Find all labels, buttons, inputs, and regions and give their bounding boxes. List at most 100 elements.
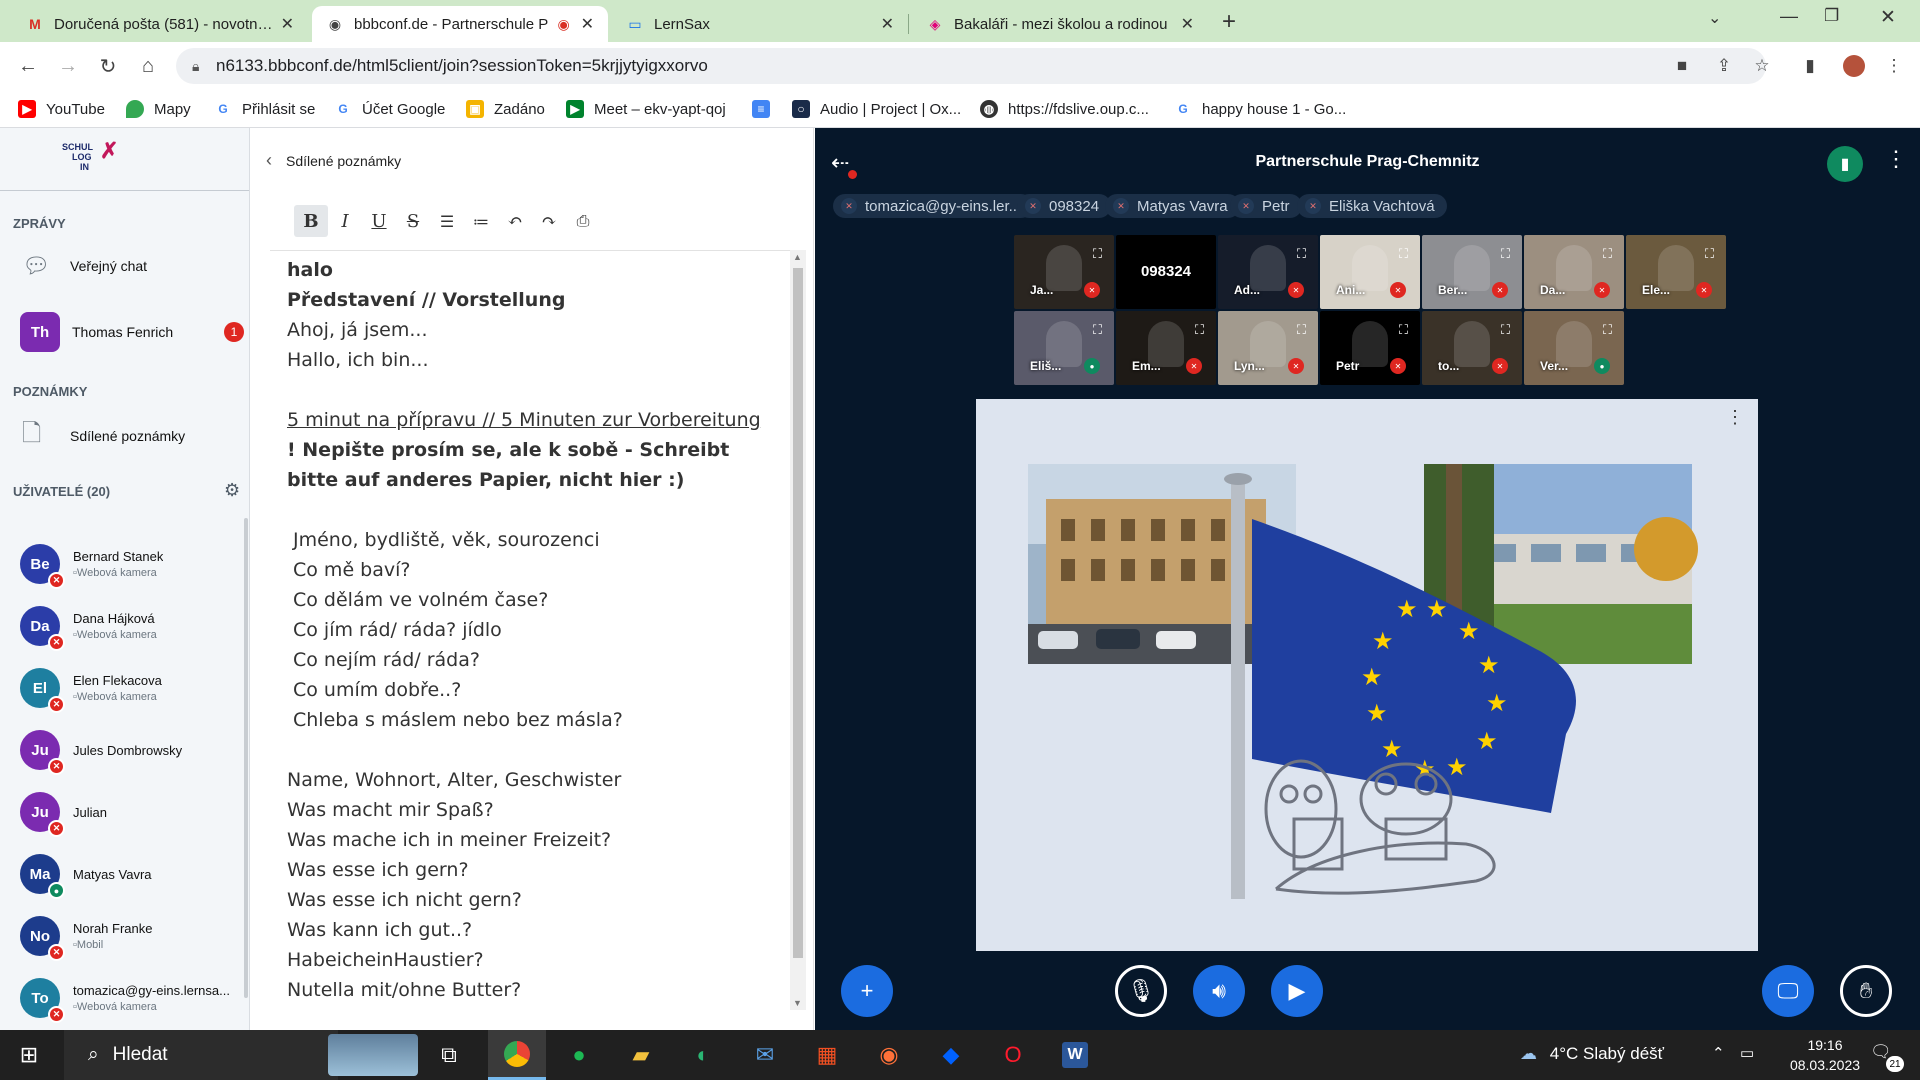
fullscreen-icon[interactable]: ⛶ [1399,246,1408,262]
file-explorer-icon[interactable]: ▰ [612,1030,670,1080]
sidebar-scrollbar[interactable] [244,518,248,998]
edge-icon[interactable]: ◐ [674,1030,732,1080]
private-chat-item[interactable]: Th Thomas Fenrich 1 [0,310,249,354]
back-icon[interactable]: ← [12,50,44,82]
connection-status-icon[interactable]: ▮ [1827,146,1863,182]
address-bar[interactable]: 🔒︎ n6133.bbbconf.de/html5client/join?ses… [176,48,1766,84]
bold-icon[interactable]: B [294,205,328,237]
close-icon[interactable]: ✕ [581,14,594,34]
video-icon[interactable]: ▶ [1271,965,1323,1017]
talking-indicator[interactable]: ✕ 098324 [1017,194,1112,218]
taskbar-search[interactable]: ⌕ Hledat [64,1030,338,1080]
notes-editor[interactable]: halo Představení // Vorstellung Ahoj, já j… [270,250,790,1010]
webcam-tile[interactable]: ⛶ Lyn... ✕ [1218,311,1318,385]
bullet-list-icon[interactable]: ≔ [464,205,498,237]
presentation-options-icon[interactable]: ⋮ [1726,407,1744,428]
scrollbar-thumb[interactable] [793,268,803,958]
forward-icon[interactable]: → [52,50,84,82]
notes-content[interactable]: halo Představení // Vorstellung Ahoj, já j… [287,255,787,1005]
opera-icon[interactable]: O [984,1030,1042,1080]
fullscreen-icon[interactable]: ⛶ [1093,322,1102,338]
webcam-tile[interactable]: ⛶ Ele... ✕ [1626,235,1726,309]
talking-indicator[interactable]: ✕ Eliška Vachtová [1297,194,1447,218]
screen-share-icon[interactable]: 🖵︎ [1762,965,1814,1017]
undo-icon[interactable]: ↶ [498,205,532,237]
webcam-tile[interactable]: ⛶ Ani... ✕ [1320,235,1420,309]
user-list-item[interactable]: Ju ✕ Jules Dombrowsky [20,728,242,775]
bookmark-oxford[interactable]: ○ Audio | Project | Ox... [792,98,961,120]
word-icon[interactable]: W [1046,1030,1104,1080]
options-menu-icon[interactable]: ⋮ [1885,146,1907,172]
webcam-tile[interactable]: ⛶ Em... ✕ [1116,311,1216,385]
fullscreen-icon[interactable]: ⛶ [1603,246,1612,262]
weather-widget[interactable]: ☁ 4°C Slabý déšť [1520,1044,1664,1064]
tray-chevron-icon[interactable]: ⌃ [1712,1044,1725,1062]
task-view-icon[interactable]: ⧉ [420,1030,478,1080]
bookmark-youtube[interactable]: ▶ YouTube [18,98,105,120]
tab-gmail[interactable]: M Doručená pošta (581) - novotna.j ✕ [12,6,308,42]
webcam-tile[interactable]: ⛶ Ver... ● [1524,311,1624,385]
bookmark-meet[interactable]: ▶ Meet – ekv-yapt-qoj [566,98,726,120]
user-list-item[interactable]: Be ✕ Bernard Stanek ▫Webová kamera [20,542,242,589]
chrome-icon[interactable] [488,1030,546,1080]
fullscreen-icon[interactable]: ⛶ [1399,322,1408,338]
webcam-tile[interactable]: 098324 [1116,235,1216,309]
profile-avatar[interactable] [1840,52,1868,80]
side-panel-icon[interactable]: ▮ [1796,52,1824,80]
tab-bbbconf[interactable]: ◉ bbbconf.de - Partnerschule P ◉ ✕ [312,6,608,42]
bookmark-login[interactable]: G Přihlásit se [214,98,315,120]
scroll-up-icon[interactable]: ▲ [793,252,802,262]
shared-notes-item[interactable]: 🗋︎ Sdílené poznámky [0,418,249,454]
scroll-down-icon[interactable]: ▼ [793,998,802,1008]
share-icon[interactable]: ⇪ [1710,52,1738,80]
talking-indicator[interactable]: ✕ Matyas Vavra [1105,194,1240,218]
fullscreen-icon[interactable]: ⛶ [1501,246,1510,262]
webcam-tile[interactable]: ⛶ Ber... ✕ [1422,235,1522,309]
reload-icon[interactable]: ↻ [92,50,124,82]
camera-in-use-icon[interactable]: ■ [1668,52,1696,80]
strikethrough-icon[interactable]: S [396,205,430,237]
italic-icon[interactable]: I [328,205,362,237]
user-list-item[interactable]: Ma ● Matyas Vavra [20,852,242,899]
maximize-icon[interactable]: ❐ [1824,6,1839,26]
webcam-tile[interactable]: ⛶ Petr ✕ [1320,311,1420,385]
mail-icon[interactable]: ✉ [736,1030,794,1080]
bookmark-mapy[interactable]: Mapy [126,98,191,120]
fullscreen-icon[interactable]: ⛶ [1603,322,1612,338]
talking-indicator[interactable]: ✕ Petr [1230,194,1302,218]
dropbox-icon[interactable]: ◆ [922,1030,980,1080]
tab-search-icon[interactable]: ⌄ [1708,8,1721,28]
bookmark-happy-house[interactable]: G happy house 1 - Go... [1174,98,1346,120]
fullscreen-icon[interactable]: ⛶ [1501,322,1510,338]
fullscreen-icon[interactable]: ⛶ [1195,322,1204,338]
tab-bakalari[interactable]: ◈ Bakaláři - mezi školou a rodinou ✕ [912,6,1208,42]
network-icon[interactable]: ▭ [1740,1044,1754,1062]
close-icon[interactable]: ✕ [281,14,294,34]
fullscreen-icon[interactable]: ⛶ [1297,322,1306,338]
fullscreen-icon[interactable]: ⛶ [1093,246,1102,262]
redo-icon[interactable]: ↷ [532,205,566,237]
tab-lernsax[interactable]: ▭ LernSax ✕ [612,6,908,42]
bookmark-docs[interactable]: ≡ [752,98,780,120]
mic-muted-icon[interactable]: 🎙︎ [1115,965,1167,1017]
webcam-tile[interactable]: ⛶ Ad... ✕ [1218,235,1318,309]
underline-icon[interactable]: U [362,205,396,237]
webcam-tile[interactable]: ⛶ Eliš... ● [1014,311,1114,385]
bookmark-classroom[interactable]: ▣ Zadáno [466,98,545,120]
close-icon[interactable]: ✕ [881,14,894,34]
notes-back-button[interactable]: ‹ Sdílené poznámky [266,150,401,171]
windows-start-icon[interactable]: ⊞ [0,1030,58,1080]
user-list-item[interactable]: Da ✕ Dana Hájková ▫Webová kamera [20,604,242,651]
webcam-tile[interactable]: ⛶ to... ✕ [1422,311,1522,385]
webcam-tile[interactable]: ⛶ Ja... ✕ [1014,235,1114,309]
bookmark-google-account[interactable]: G Účet Google [334,98,445,120]
spotify-icon[interactable]: ● [550,1030,608,1080]
home-icon[interactable]: ⌂ [132,50,164,82]
notes-scrollbar[interactable]: ▲ ▼ [790,250,806,1010]
close-icon[interactable]: ✕ [1181,14,1194,34]
fullscreen-icon[interactable]: ⛶ [1297,246,1306,262]
new-tab-button[interactable]: + [1222,8,1236,36]
clock[interactable]: 19:16 08.03.2023 [1770,1035,1880,1075]
bookmark-star-icon[interactable]: ☆ [1748,52,1776,80]
speaker-icon[interactable]: 🔊︎ [1193,965,1245,1017]
